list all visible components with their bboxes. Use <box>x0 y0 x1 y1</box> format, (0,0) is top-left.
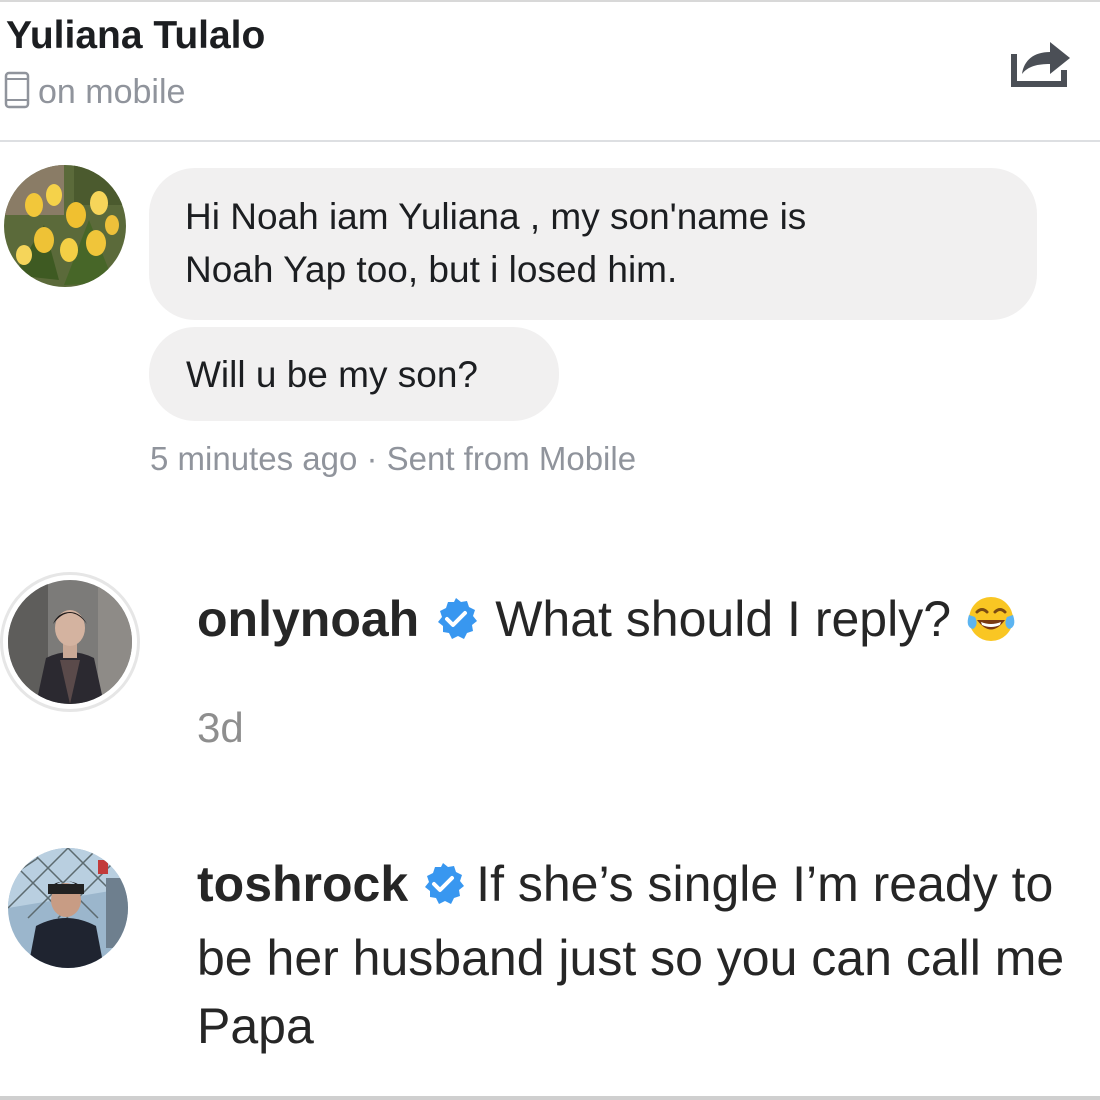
share-icon <box>1011 42 1070 87</box>
chat-header: Yuliana Tulalo on mobile <box>0 0 1100 140</box>
verified-badge-icon <box>420 856 466 924</box>
onlynoah-avatar <box>8 580 132 704</box>
status-text: on mobile <box>38 72 186 111</box>
sender-avatar[interactable] <box>4 165 126 287</box>
bottom-border <box>0 1096 1100 1100</box>
mobile-phone-icon <box>4 71 30 114</box>
message-text: Will u be my son? <box>186 354 478 395</box>
contact-name[interactable]: Yuliana Tulalo <box>6 14 265 58</box>
presence-status: on mobile <box>4 71 186 114</box>
message-text-line: Noah Yap too, but i losed him. <box>185 249 678 290</box>
comment-username[interactable]: toshrock <box>197 856 408 912</box>
share-button[interactable] <box>1008 34 1074 90</box>
comment-text: What should I reply? <box>495 591 952 647</box>
comment: onlynoah What should I reply? <box>197 588 1017 650</box>
comment: toshrock If she’s single I’m ready to be… <box>197 850 1077 1060</box>
message-meta: 5 minutes ago · Sent from Mobile <box>150 440 637 477</box>
message-text-line: Hi Noah iam Yuliana , my son'name is <box>185 196 807 237</box>
comment-username[interactable]: onlynoah <box>197 590 419 648</box>
message-bubble[interactable]: Will u be my son? <box>149 327 559 421</box>
story-ring[interactable] <box>0 572 140 712</box>
verified-badge-icon <box>433 596 479 642</box>
comment-age: 3d <box>197 704 244 751</box>
header-divider <box>0 140 1100 142</box>
message-bubble[interactable]: Hi Noah iam Yuliana , my son'name is Noa… <box>149 168 1037 320</box>
toshrock-avatar[interactable] <box>8 848 128 968</box>
face-with-tears-of-joy-icon <box>965 593 1017 645</box>
